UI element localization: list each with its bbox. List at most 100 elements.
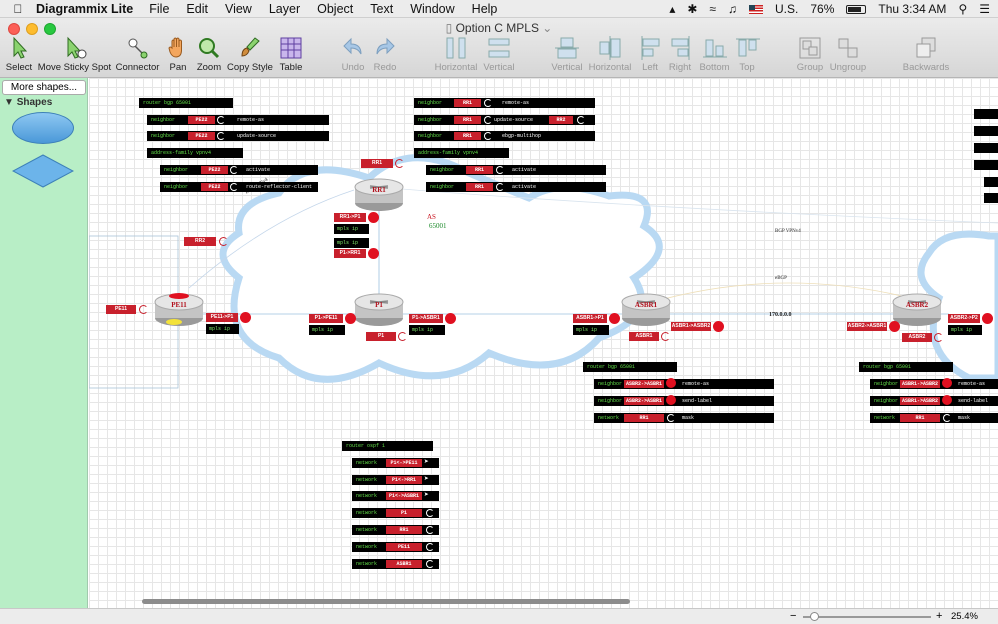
menu-object[interactable]: Object — [317, 2, 353, 16]
ospf-row[interactable]: network P1<->ASBR1 ➤ — [352, 491, 439, 501]
rr-bgp-row[interactable]: neighbor RR1 ebgp-multihop — [414, 131, 595, 141]
router-asbr2[interactable]: ASBR2 — [892, 288, 942, 328]
tag-pe11[interactable]: PE11 — [106, 305, 136, 314]
asbr2-bgp-row[interactable]: neighbor ASBR1->ASBR2 send-label — [870, 395, 998, 406]
menu-window[interactable]: Window — [410, 2, 454, 16]
rr-bgp-row[interactable]: neighbor RR1 update-source RR2 — [414, 115, 595, 125]
zoom-tool-button[interactable]: Zoom — [195, 36, 223, 76]
clipped-config-row[interactable] — [974, 109, 998, 119]
screen-share-icon[interactable]: ▴ — [669, 2, 675, 16]
pan-tool-button[interactable]: Pan — [166, 36, 190, 76]
ospf-row[interactable]: network P1<->RR1 ➤ — [352, 475, 439, 485]
tag-rr2[interactable]: RR2 — [184, 237, 216, 246]
more-shapes-button[interactable]: More shapes... — [2, 80, 86, 95]
window-title[interactable]: Option C MPLS — [456, 21, 539, 35]
connector-tool-button[interactable]: Connector — [115, 36, 160, 76]
diagram-canvas[interactable]: AS 65001 BGP VPNv4 BGP VPNv4 eBGP 170.0.… — [89, 78, 998, 608]
ospf-row[interactable]: network P1<->PE11 ➤ — [352, 458, 439, 468]
move-sticky-spot-button[interactable]: Move Sticky Spot — [37, 36, 112, 76]
align-right-button[interactable]: Right — [668, 36, 692, 76]
bluetooth-icon[interactable]: ✱ — [687, 2, 697, 16]
tag-asbr2-asbr1[interactable]: ASBR2->ASBR1 — [847, 322, 887, 331]
asbr2-bgp-header[interactable]: router bgp 65001 — [859, 362, 953, 372]
router-p1[interactable]: P1 — [354, 288, 404, 328]
distribute-horizontal-button[interactable]: Horizontal — [433, 36, 479, 76]
pe-af-header[interactable]: address-family vpnv4 — [147, 148, 243, 158]
zoom-in-button[interactable]: + — [936, 610, 942, 622]
router-asbr1[interactable]: ASBR1 — [621, 288, 671, 328]
zoom-slider-knob[interactable] — [810, 612, 819, 621]
asbr1-bgp-row[interactable]: neighbor ASBR2->ASBR1 send-label — [594, 395, 774, 406]
input-source[interactable]: U.S. — [775, 2, 798, 16]
clipped-config-row[interactable] — [984, 193, 998, 203]
align-top-button[interactable]: Top — [736, 36, 760, 76]
menu-help[interactable]: Help — [472, 2, 498, 16]
ellipse-shape[interactable] — [12, 112, 74, 144]
menu-edit[interactable]: Edit — [186, 2, 208, 16]
send-backwards-button[interactable]: Backwards — [902, 36, 950, 76]
tag-asbr1-asbr2[interactable]: ASBR1->ASBR2 — [671, 322, 711, 331]
clipped-config-row[interactable] — [974, 126, 998, 136]
clock[interactable]: Thu 3:34 AM — [878, 2, 946, 16]
tag-asbr1[interactable]: ASBR1 — [629, 332, 659, 341]
tag-rr1[interactable]: RR1 — [361, 159, 393, 168]
tag-asbr2-p2[interactable]: ASBR2->P2 — [948, 314, 980, 323]
volume-icon[interactable]: ♫ — [728, 2, 737, 16]
battery-icon[interactable] — [846, 4, 867, 14]
zoom-slider-track[interactable] — [803, 616, 931, 618]
tag-p1-rr1[interactable]: P1->RR1 — [334, 249, 366, 258]
diamond-shape[interactable] — [12, 154, 74, 188]
clipped-config-row[interactable] — [984, 177, 998, 187]
tag-pe11-p1[interactable]: PE11->P1 — [206, 313, 238, 322]
align-left-button[interactable]: Left — [639, 36, 661, 76]
tag-asbr2[interactable]: ASBR2 — [902, 333, 932, 342]
align-bottom-button[interactable]: Bottom — [698, 36, 731, 76]
menu-view[interactable]: View — [225, 2, 252, 16]
shapes-section-header[interactable]: ▼ Shapes — [4, 97, 52, 108]
asbr2-bgp-row[interactable]: neighbor ASBR1->ASBR2 remote-as — [870, 378, 998, 389]
menu-app-name[interactable]: Diagrammix Lite — [36, 2, 133, 16]
router-pe11[interactable]: PE11 — [154, 288, 204, 328]
wifi-icon[interactable]: ≈ — [709, 2, 716, 16]
rr-af-header[interactable]: address-family vpnv4 — [414, 148, 509, 158]
table-tool-button[interactable]: Table — [277, 36, 305, 76]
group-button[interactable]: Group — [796, 36, 824, 76]
undo-button[interactable]: Undo — [340, 36, 366, 76]
align-vertical-button[interactable]: Vertical — [551, 36, 583, 76]
tag-asbr1-p1[interactable]: ASBR1->P1 — [573, 314, 607, 323]
horizontal-scrollbar[interactable] — [142, 599, 630, 604]
rr-af-row[interactable]: neighbor RR1 activate — [426, 165, 606, 175]
asbr1-bgp-header[interactable]: router bgp 65001 — [583, 362, 677, 372]
battery-percent[interactable]: 76% — [810, 2, 834, 16]
ospf-row[interactable]: network P1 — [352, 508, 439, 518]
clipped-config-row[interactable] — [974, 160, 998, 170]
menu-text[interactable]: Text — [370, 2, 393, 16]
asbr1-bgp-row[interactable]: network RR1 mask — [594, 413, 774, 423]
asbr2-bgp-row[interactable]: network RR1 mask — [870, 413, 998, 423]
distribute-vertical-button[interactable]: Vertical — [482, 36, 516, 76]
copy-style-button[interactable]: Copy Style — [227, 36, 273, 76]
clipped-config-row[interactable] — [974, 143, 998, 153]
notification-center-icon[interactable]: ☰ — [979, 2, 990, 16]
select-tool-button[interactable]: Select — [4, 36, 34, 76]
zoom-out-button[interactable]: − — [790, 610, 796, 622]
pe-af-row[interactable]: neighbor PE22 route-reflector-client — [160, 182, 318, 192]
tag-rr1-p1[interactable]: RR1->P1 — [334, 213, 366, 222]
router-rr1[interactable]: RR1 — [354, 173, 404, 213]
asbr1-bgp-row[interactable]: neighbor ASBR2->ASBR1 remote-as — [594, 378, 774, 389]
pe-bgp-row[interactable]: neighbor PE22 remote-as — [147, 115, 329, 125]
spotlight-icon[interactable]: ⚲ — [958, 2, 967, 16]
ospf-header[interactable]: router ospf 1 — [342, 441, 433, 451]
ungroup-button[interactable]: Ungroup — [829, 36, 867, 76]
disclosure-triangle-icon[interactable]: ▼ — [4, 97, 14, 108]
apple-menu-icon[interactable]:  — [0, 2, 36, 16]
align-horizontal-button[interactable]: Horizontal — [588, 36, 632, 76]
rr-bgp-row[interactable]: neighbor RR1 remote-as — [414, 98, 595, 108]
pe-bgp-row[interactable]: neighbor PE22 update-source — [147, 131, 329, 141]
menu-file[interactable]: File — [149, 2, 169, 16]
flag-icon[interactable] — [749, 4, 764, 14]
redo-button[interactable]: Redo — [372, 36, 398, 76]
ospf-row[interactable]: network RR1 — [352, 525, 439, 535]
ospf-row[interactable]: network ASBR1 — [352, 559, 439, 569]
pe-bgp-header[interactable]: router bgp 65001 — [139, 98, 233, 108]
